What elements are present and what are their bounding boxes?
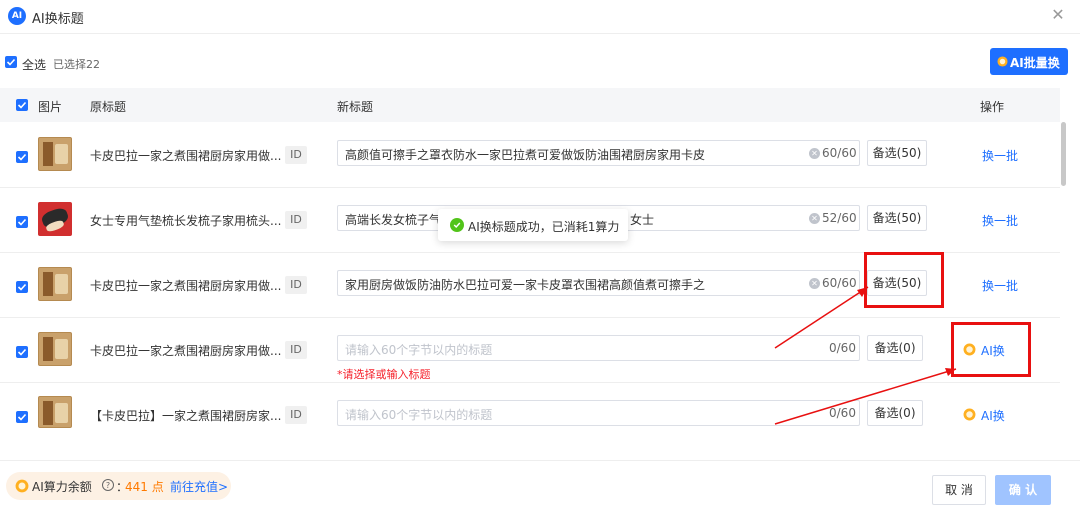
help-icon[interactable]: ?	[102, 479, 114, 491]
recharge-link[interactable]: 前往充值>	[170, 478, 228, 495]
coin-icon	[15, 479, 29, 493]
dialog-footer: AI算力余额 ? ： 441 点 前往充值> 取 消 确 认	[0, 460, 1080, 506]
confirm-button[interactable]: 确 认	[995, 475, 1051, 505]
cancel-button[interactable]: 取 消	[932, 475, 986, 505]
annotation-arrows	[774, 286, 957, 425]
compute-balance: AI算力余额 ? ： 441 点 前往充值>	[6, 472, 231, 500]
balance-value: 441 点	[125, 480, 164, 494]
balance-label: AI算力余额	[32, 480, 92, 494]
